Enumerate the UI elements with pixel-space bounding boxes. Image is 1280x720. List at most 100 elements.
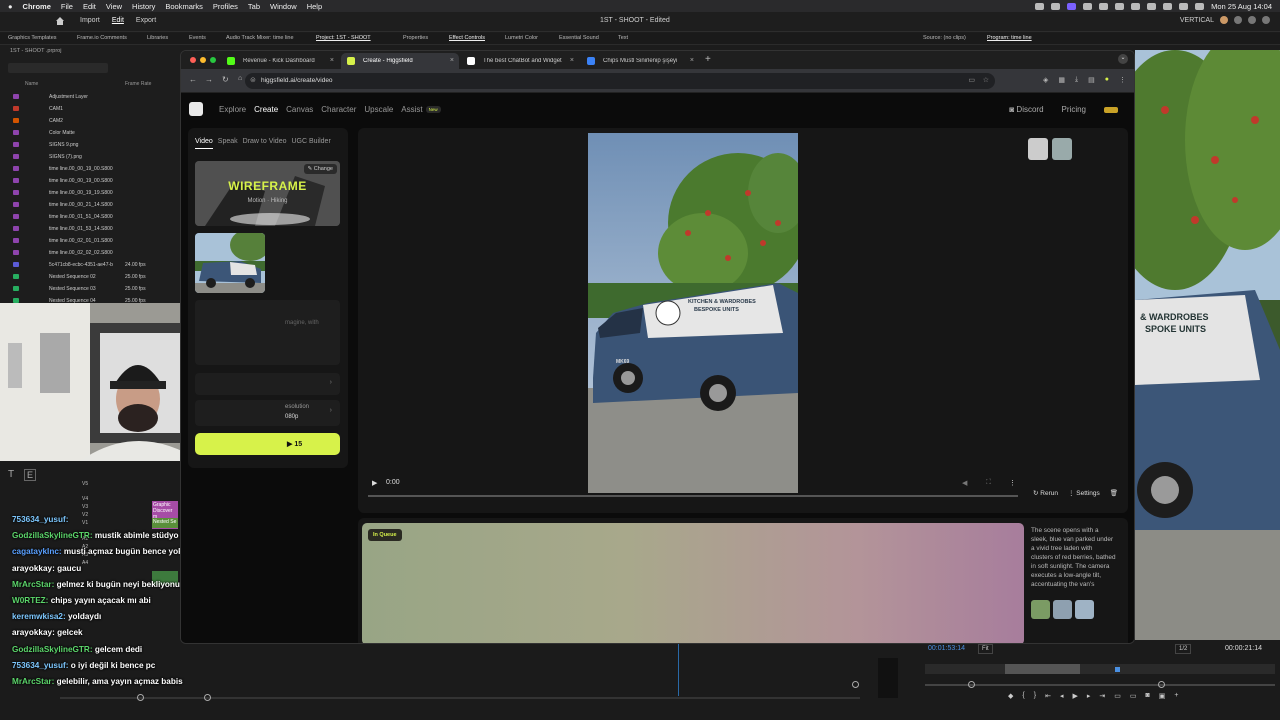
- change-preset-button[interactable]: ✎ Change: [303, 164, 337, 174]
- fullscreen-icon[interactable]: ⛶: [986, 479, 991, 487]
- site-nav-explore[interactable]: Explore: [219, 105, 246, 114]
- project-item[interactable]: Nested Sequence 03 25.00 fps: [0, 283, 180, 295]
- label-color-swatch[interactable]: [13, 166, 19, 171]
- program-scroll-handle[interactable]: [968, 681, 975, 688]
- menubar-clock[interactable]: Mon 25 Aug 14:04: [1211, 2, 1272, 11]
- higgsfield-logo[interactable]: [189, 102, 203, 116]
- menu-view[interactable]: View: [106, 2, 122, 11]
- lift-icon[interactable]: ▭: [1114, 692, 1121, 700]
- column-name[interactable]: Name: [25, 81, 38, 87]
- tab-essential-sound[interactable]: Essential Sound: [559, 35, 599, 41]
- queued-video-placeholder[interactable]: In Queue: [362, 523, 1024, 643]
- label-color-swatch[interactable]: [13, 214, 19, 219]
- browser-tab[interactable]: Create - Higgsfield ×: [341, 53, 459, 69]
- zoom-window-button[interactable]: [210, 57, 216, 63]
- control-center-icon[interactable]: [1195, 2, 1205, 10]
- scroll-handle-right[interactable]: [204, 694, 211, 701]
- site-nav-upscale[interactable]: Upscale: [364, 105, 393, 114]
- chat-username[interactable]: cagataykInc: [12, 547, 59, 556]
- project-search-input[interactable]: [8, 63, 108, 73]
- program-scrollbar[interactable]: [925, 684, 1275, 686]
- status-icon[interactable]: [1099, 2, 1109, 10]
- tab-properties[interactable]: Properties: [403, 35, 428, 41]
- label-color-swatch[interactable]: [13, 178, 19, 183]
- puzzle-icon[interactable]: ▤: [1088, 76, 1095, 84]
- menu-profiles[interactable]: Profiles: [213, 2, 238, 11]
- new-tab-button[interactable]: +: [705, 54, 711, 65]
- mode-tab[interactable]: Speak: [218, 138, 238, 149]
- program-timeline-ruler[interactable]: [925, 664, 1275, 674]
- mode-tab[interactable]: Video: [195, 138, 213, 149]
- browser-tab[interactable]: Revenue - Kick Dashboard ×: [221, 53, 339, 69]
- caption-tool-icon[interactable]: E: [24, 469, 37, 481]
- chat-username[interactable]: MrArcStar: [12, 580, 52, 589]
- chat-username[interactable]: keremwkisa2: [12, 612, 63, 621]
- program-timecode[interactable]: 00:01:53:14: [928, 645, 965, 652]
- play-icon[interactable]: ▶: [1072, 692, 1077, 700]
- queue-thumbnail[interactable]: [1075, 600, 1094, 619]
- close-tab-icon[interactable]: ×: [570, 57, 574, 64]
- site-info-icon[interactable]: ⊜: [250, 76, 256, 84]
- extract-icon[interactable]: ▭: [1130, 692, 1137, 700]
- zoom-handle[interactable]: [852, 681, 859, 688]
- nav-import[interactable]: Import: [80, 17, 100, 24]
- scroll-handle-left[interactable]: [137, 694, 144, 701]
- menu-edit[interactable]: Edit: [83, 2, 96, 11]
- label-color-swatch[interactable]: [13, 262, 19, 267]
- resolution-dropdown[interactable]: 1/2: [1175, 644, 1192, 654]
- volume-icon[interactable]: ◀: [962, 479, 967, 487]
- menu-window[interactable]: Window: [270, 2, 297, 11]
- project-item[interactable]: time line.00_02_02_02.S800: [0, 247, 180, 259]
- site-nav-assist[interactable]: Assist New: [401, 105, 441, 114]
- tab-text[interactable]: Text: [618, 35, 628, 41]
- project-item[interactable]: Color Matte: [0, 127, 180, 139]
- video-progress-bar[interactable]: [368, 495, 1018, 497]
- label-color-swatch[interactable]: [13, 118, 19, 123]
- download-icon[interactable]: ⤓: [1075, 76, 1078, 84]
- nav-export[interactable]: Export: [136, 17, 156, 24]
- label-color-swatch[interactable]: [13, 106, 19, 111]
- tab-lumetri[interactable]: Lumetri Color: [505, 35, 538, 41]
- tab-effect-controls[interactable]: Effect Controls: [449, 35, 485, 41]
- tab-search-icon[interactable]: ⌄: [1118, 54, 1128, 64]
- generate-button[interactable]: ▶ 15: [195, 433, 340, 455]
- search-icon[interactable]: [1179, 2, 1189, 10]
- model-selector[interactable]: ›: [195, 373, 340, 395]
- status-icon[interactable]: [1051, 2, 1061, 10]
- label-color-swatch[interactable]: [13, 190, 19, 195]
- tab-graphics-templates[interactable]: Graphics Templates: [8, 35, 57, 41]
- column-frame-rate[interactable]: Frame Rate: [125, 81, 151, 87]
- queue-thumbnail[interactable]: [1031, 600, 1050, 619]
- program-playhead[interactable]: [1115, 667, 1120, 672]
- reload-icon[interactable]: ↻: [222, 75, 229, 84]
- go-to-in-icon[interactable]: ⇤: [1045, 692, 1051, 700]
- label-color-swatch[interactable]: [13, 226, 19, 231]
- tab-audio-mixer[interactable]: Audio Track Mixer: time line: [226, 35, 294, 41]
- bluetooth-icon[interactable]: [1131, 2, 1141, 10]
- nav-edit[interactable]: Edit: [112, 17, 124, 24]
- home-icon[interactable]: [55, 16, 65, 26]
- project-item[interactable]: SIGNS 9.png: [0, 139, 180, 151]
- project-item[interactable]: 5c471cb8-ecbc-4351-ae47-b 24.00 fps: [0, 259, 180, 271]
- settings-button[interactable]: ⋮ Settings: [1068, 489, 1100, 497]
- address-bar[interactable]: ⊜ higgsfield.ai/create/video ▭ ☆: [245, 73, 995, 89]
- tab-libraries[interactable]: Libraries: [147, 35, 168, 41]
- playhead[interactable]: [678, 641, 679, 696]
- project-item[interactable]: SIGNS (7).png: [0, 151, 180, 163]
- label-color-swatch[interactable]: [13, 286, 19, 291]
- video-player[interactable]: KITCHEN & WARDROBES BESPOKE UNITS MK69: [588, 133, 798, 493]
- prompt-input[interactable]: magine, with: [195, 300, 340, 365]
- site-nav-character[interactable]: Character: [321, 105, 356, 114]
- project-item[interactable]: time line.00_01_53_14.S800: [0, 223, 180, 235]
- track-label[interactable]: V5: [82, 481, 88, 487]
- tab-events[interactable]: Events: [189, 35, 206, 41]
- minimize-window-button[interactable]: [200, 57, 206, 63]
- extensions-icon[interactable]: ▦: [1058, 76, 1065, 84]
- menu-app-name[interactable]: Chrome: [23, 2, 51, 11]
- fullscreen-icon[interactable]: [1248, 16, 1256, 24]
- project-item[interactable]: CAM2: [0, 115, 180, 127]
- label-color-swatch[interactable]: [13, 250, 19, 255]
- battery-icon[interactable]: [1147, 2, 1157, 10]
- menu-icon[interactable]: ⋮: [1119, 76, 1126, 84]
- close-tab-icon[interactable]: ×: [690, 57, 694, 64]
